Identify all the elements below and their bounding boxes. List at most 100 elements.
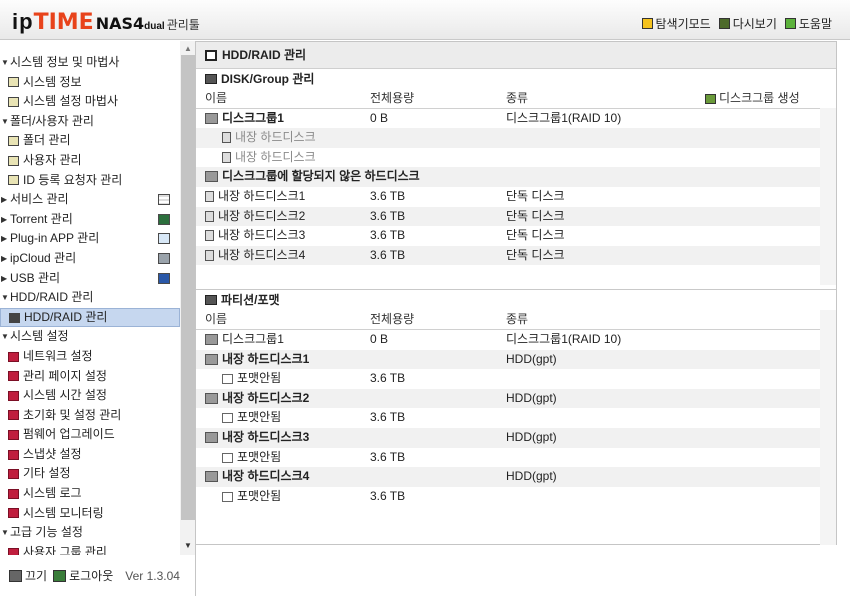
sidebar-item-10[interactable]: ▶ ipCloud 관리	[0, 249, 180, 269]
sidebar-item-20[interactable]: 스냅샷 설정	[0, 445, 180, 465]
scroll-up-icon[interactable]: ▲	[184, 44, 192, 53]
table-row[interactable]: 내장 하드디스크3 3.6 TB 단독 디스크	[196, 226, 821, 246]
sidebar-item-12[interactable]: ▼ HDD/RAID 관리	[0, 288, 180, 308]
menu-item-icon	[8, 488, 19, 499]
unformatted-partition-icon	[222, 491, 233, 502]
table-row[interactable]: 디스크그룹1 0 B 디스크그룹1(RAID 10)	[196, 109, 821, 129]
unformatted-partition-icon	[222, 452, 233, 463]
explorer-mode-button[interactable]: 탐색기모드	[641, 15, 711, 32]
sidebar-item-6[interactable]: ID 등록 요청자 관리	[0, 171, 180, 191]
sidebar-item-8[interactable]: ▶ Torrent 관리	[0, 210, 180, 230]
sidebar-item-9[interactable]: ▶ Plug-in APP 관리	[0, 229, 180, 249]
expanded-arrow-icon: ▼	[1, 332, 9, 342]
sidebar-scrollbar[interactable]: ▲ ▼	[180, 41, 195, 555]
table-row[interactable]: 내장 하드디스크	[196, 128, 821, 148]
table-row[interactable]: 디스크그룹에 할당되지 않은 하드디스크	[196, 167, 821, 187]
sidebar-item-18[interactable]: 초기화 및 설정 관리	[0, 406, 180, 426]
sidebar-item-23[interactable]: 시스템 모니터링	[0, 504, 180, 524]
sidebar-item-22[interactable]: 시스템 로그	[0, 484, 180, 504]
help-label: 도움말	[798, 17, 832, 31]
sidebar-item-17[interactable]: 시스템 시간 설정	[0, 386, 180, 406]
row-type: HDD(gpt)	[506, 469, 557, 484]
row-name: 디스크그룹1	[222, 110, 284, 125]
sidebar-item-25[interactable]: 사용자 그룹 관리	[0, 543, 180, 555]
page-title: HDD/RAID 관리	[222, 47, 307, 62]
menu-item-icon	[8, 469, 19, 480]
refresh-button[interactable]: 다시보기	[718, 15, 777, 32]
collapsed-arrow-icon: ▶	[1, 214, 8, 224]
table-row[interactable]: 내장 하드디스크1 HDD(gpt)	[196, 349, 821, 370]
sidebar-item-1[interactable]: 시스템 정보	[0, 73, 180, 93]
help-button[interactable]: 도움말	[784, 15, 832, 32]
table-row[interactable]: 내장 하드디스크4 HDD(gpt)	[196, 467, 821, 487]
sidebar-item-label: ipCloud 관리	[10, 250, 77, 265]
sidebar-item-label: 스냅샷 설정	[23, 446, 82, 461]
sidebar-item-7[interactable]: ▶ 서비스 관리	[0, 190, 180, 210]
sidebar-item-5[interactable]: 사용자 관리	[0, 151, 180, 171]
table-row[interactable]: 내장 하드디스크2 HDD(gpt)	[196, 388, 821, 409]
row-type: HDD(gpt)	[506, 390, 557, 405]
row-capacity: 3.6 TB	[370, 410, 406, 425]
sidebar-item-11[interactable]: ▶ USB 관리	[0, 269, 180, 289]
disk-group-icon	[205, 171, 218, 183]
table-row[interactable]: 내장 하드디스크2 3.6 TB 단독 디스크	[196, 206, 821, 227]
power-off-button[interactable]: 끄기	[9, 567, 47, 584]
expanded-arrow-icon: ▼	[1, 58, 9, 67]
sidebar-item-label: 사용자 그룹 관리	[23, 544, 107, 555]
scroll-down-icon[interactable]: ▼	[184, 541, 192, 550]
sidebar-item-15[interactable]: 네트워크 설정	[0, 347, 180, 367]
col-name: 이름	[205, 91, 228, 105]
sidebar-item-label: 시스템 정보	[23, 74, 82, 89]
table-row[interactable]: 내장 하드디스크1 3.6 TB 단독 디스크	[196, 187, 821, 207]
sidebar-item-label: 시스템 설정 마법사	[23, 94, 118, 109]
sidebar-item-13[interactable]: HDD/RAID 관리	[0, 307, 180, 328]
sidebar-item-0[interactable]: ▼ 시스템 정보 및 마법사	[0, 53, 180, 73]
disk-stack-icon	[205, 392, 218, 404]
sidebar-item-19[interactable]: 펌웨어 업그레이드	[0, 425, 180, 445]
row-name: 디스크그룹에 할당되지 않은 하드디스크	[222, 169, 420, 184]
scroll-thumb[interactable]	[181, 55, 195, 520]
logo-time: TIME	[33, 10, 94, 35]
logout-icon	[53, 569, 67, 582]
row-name-cell: 내장 하드디스크2	[205, 207, 305, 227]
sidebar-item-2[interactable]: 시스템 설정 마법사	[0, 92, 180, 112]
table-row[interactable]: 포맷안됨 3.6 TB	[196, 369, 821, 389]
service-status-icon	[158, 213, 170, 225]
sidebar-item-label: 고급 기능 설정	[10, 525, 83, 540]
table-row[interactable]: 포맷안됨 3.6 TB	[196, 487, 821, 507]
disk-group-icon	[205, 74, 217, 84]
sidebar-item-4[interactable]: 폴더 관리	[0, 131, 180, 151]
row-name: 내장 하드디스크2	[222, 390, 310, 405]
sidebar-item-label: 관리 페이지 설정	[23, 368, 107, 383]
table-row[interactable]: 내장 하드디스크3 HDD(gpt)	[196, 427, 821, 448]
sidebar-item-21[interactable]: 기타 설정	[0, 464, 180, 484]
table-row[interactable]: 디스크그룹1 0 B 디스크그룹1(RAID 10)	[196, 330, 821, 350]
row-type: HDD(gpt)	[506, 429, 557, 444]
menu-item-icon	[8, 96, 19, 107]
logout-label: 로그아웃	[69, 569, 114, 583]
table-row[interactable]: 포맷안됨 3.6 TB	[196, 448, 821, 468]
row-name: 디스크그룹1	[222, 331, 284, 346]
logout-button[interactable]: 로그아웃	[53, 567, 113, 584]
sidebar-item-16[interactable]: 관리 페이지 설정	[0, 367, 180, 387]
disk-table-scrollbar[interactable]	[820, 108, 836, 285]
partition-table-scrollbar[interactable]	[820, 310, 836, 545]
sidebar-item-3[interactable]: ▼ 폴더/사용자 관리	[0, 112, 180, 132]
create-disk-group-button[interactable]: 디스크그룹 생성	[705, 89, 800, 109]
sidebar-item-label: 기타 설정	[23, 466, 71, 481]
main-panel: HDD/RAID 관리 DISK/Group 관리 이름 전체용량 종류 디스크…	[196, 41, 837, 545]
row-name-cell: 내장 하드디스크4	[205, 246, 305, 266]
hard-disk-icon	[205, 210, 214, 222]
row-name: 내장 하드디스크3	[218, 228, 306, 243]
row-capacity: 0 B	[370, 110, 389, 125]
disk-table: 이름 전체용량 종류 디스크그룹 생성 디스크그룹1 0 B 디스크그룹1(RAID…	[196, 89, 821, 266]
sidebar-item-24[interactable]: ▼ 고급 기능 설정	[0, 523, 180, 543]
sidebar-item-label: 시스템 모니터링	[23, 505, 104, 520]
table-row[interactable]: 포맷안됨 3.6 TB	[196, 408, 821, 428]
top-menu: 탐색기모드 다시보기 도움말	[641, 15, 832, 32]
disk-stack-icon	[205, 353, 218, 365]
row-name: 포맷안됨	[237, 449, 282, 464]
table-row[interactable]: 내장 하드디스크	[196, 148, 821, 168]
sidebar-item-14[interactable]: ▼ 시스템 설정	[0, 327, 180, 347]
table-row[interactable]: 내장 하드디스크4 3.6 TB 단독 디스크	[196, 245, 821, 266]
